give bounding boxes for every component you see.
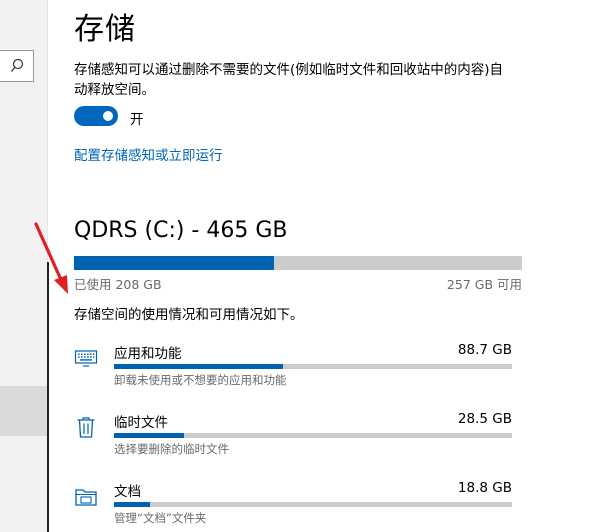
toggle-knob [103, 111, 113, 121]
category-usage-fill [114, 364, 284, 369]
category-subtitle: 管理“文档”文件夹 [114, 511, 207, 525]
trash-icon [77, 417, 95, 438]
category-temp-files[interactable]: 临时文件 28.5 GB 选择要删除的临时文件 [74, 411, 514, 467]
usage-intro: 存储空间的使用情况和可用情况如下。 [74, 307, 304, 323]
search-box[interactable] [0, 50, 34, 82]
category-documents[interactable]: 文档 18.8 GB 管理“文档”文件夹 [74, 480, 514, 532]
category-name: 文档 [114, 484, 141, 500]
category-name: 应用和功能 [114, 346, 182, 362]
category-size: 18.8 GB [457, 480, 512, 496]
category-usage-fill [114, 502, 150, 507]
folder-icon [75, 489, 97, 506]
nav-item-selected[interactable] [0, 386, 48, 436]
annotation-arrow [34, 222, 68, 294]
category-apps-features[interactable]: 应用和功能 88.7 GB 卸载未使用或不想要的应用和功能 [74, 342, 514, 398]
category-name: 临时文件 [114, 415, 168, 431]
drive-usage-fill [74, 256, 275, 270]
configure-storage-sense-link[interactable]: 配置存储感知或立即运行 [74, 144, 223, 164]
storage-sense-description: 存储感知可以通过删除不需要的文件(例如临时文件和回收站中的内容)自动释放空间。 [74, 62, 504, 98]
divider [47, 262, 49, 532]
drive-usage-bar [74, 256, 522, 270]
category-usage-bar [114, 364, 512, 369]
category-subtitle: 卸载未使用或不想要的应用和功能 [114, 373, 287, 387]
drive-free-label: 257 GB 可用 [446, 277, 522, 292]
category-size: 28.5 GB [457, 411, 512, 427]
search-icon [10, 58, 24, 72]
page-title: 存储 [74, 12, 136, 47]
category-size: 88.7 GB [457, 342, 512, 358]
keyboard-icon [74, 350, 98, 367]
toggle-state-label: 开 [130, 112, 144, 128]
category-usage-fill [114, 433, 184, 438]
category-usage-bar [114, 502, 512, 507]
category-subtitle: 选择要删除的临时文件 [114, 442, 229, 456]
drive-title: QDRS (C:) - 465 GB [74, 218, 288, 243]
drive-used-label: 已使用 208 GB [74, 277, 162, 292]
storage-sense-toggle[interactable] [74, 106, 118, 126]
category-usage-bar [114, 433, 512, 438]
